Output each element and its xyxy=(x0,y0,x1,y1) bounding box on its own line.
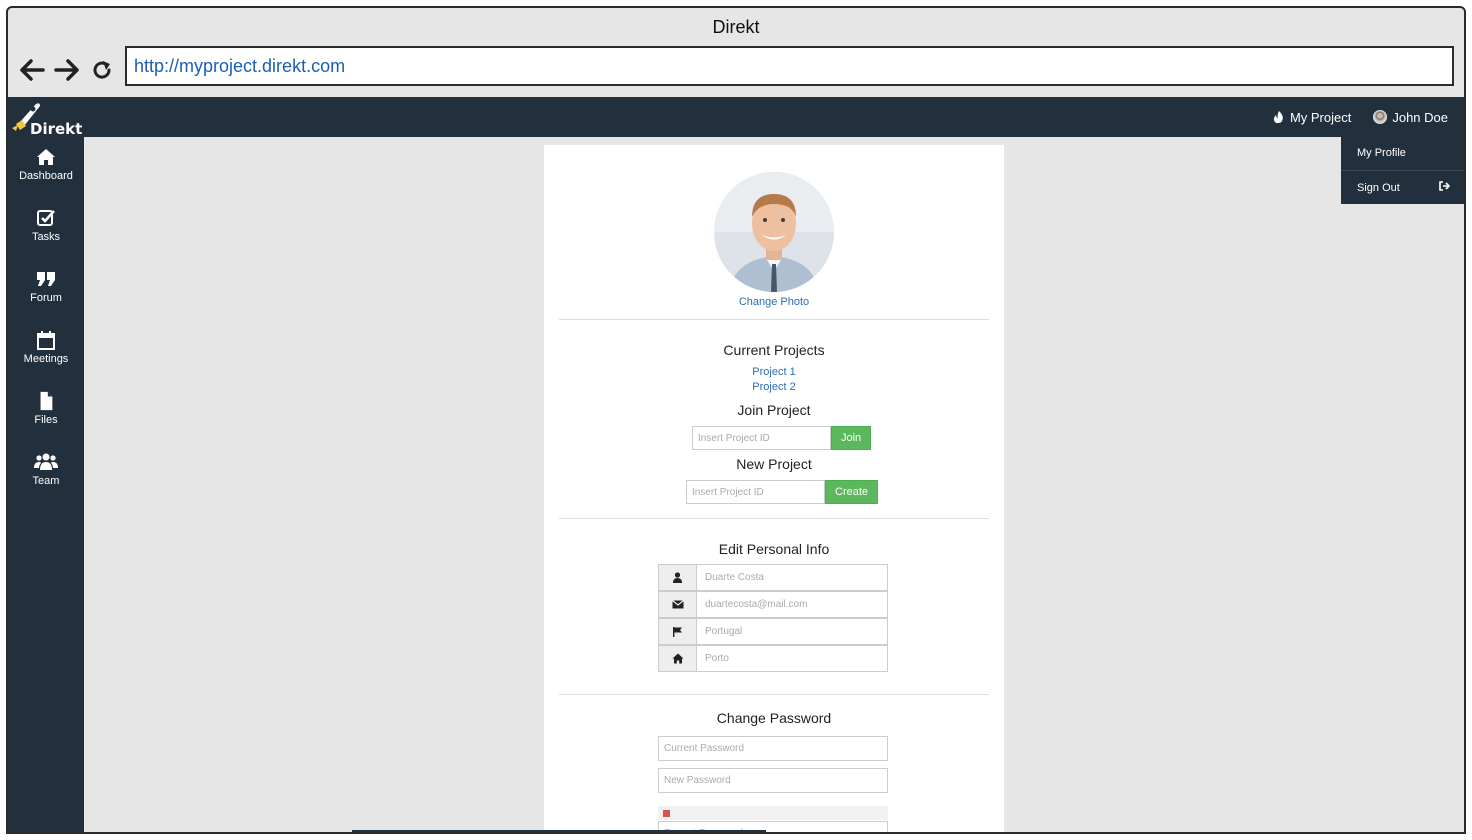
file-icon xyxy=(40,391,53,411)
top-navbar: Direkt My Project John Doe My Profile Si… xyxy=(8,97,1464,204)
sidebar-label: Meetings xyxy=(23,353,69,365)
brand-name: Direkt xyxy=(30,120,83,138)
join-project-form: Join xyxy=(692,426,872,450)
name-field[interactable] xyxy=(697,564,888,591)
new-project-id-input[interactable] xyxy=(686,480,825,504)
sidebar-item-forum[interactable]: Forum xyxy=(8,269,84,304)
new-project-heading: New Project xyxy=(736,456,812,472)
repeat-password-field[interactable] xyxy=(658,821,888,832)
user-dropdown-menu: My Profile Sign Out xyxy=(1341,136,1464,204)
create-button[interactable]: Create xyxy=(825,480,879,504)
back-arrow-icon[interactable] xyxy=(18,56,46,84)
profile-card: Change Photo Current Projects Project 1 … xyxy=(544,145,1004,832)
divider xyxy=(559,518,989,519)
sign-out-label: Sign Out xyxy=(1357,182,1400,194)
address-bar[interactable]: http://myproject.direkt.com xyxy=(125,46,1454,86)
profile-photo xyxy=(714,172,834,292)
sidebar-item-tasks[interactable]: Tasks xyxy=(8,208,84,243)
sidebar-label: Team xyxy=(32,475,60,487)
browser-title: Direkt xyxy=(712,17,760,37)
password-strength-indicator xyxy=(663,810,670,817)
user-icon xyxy=(658,564,697,591)
app-viewport: Direkt My Project John Doe My Profile Si… xyxy=(8,97,1464,832)
dropdown-item-sign-out[interactable]: Sign Out xyxy=(1341,170,1464,204)
join-project-id-input[interactable] xyxy=(692,426,831,450)
calendar-icon xyxy=(37,331,55,350)
project-link[interactable]: Project 1 xyxy=(544,366,1004,378)
home-icon xyxy=(658,645,697,672)
city-field[interactable] xyxy=(697,645,888,672)
divider xyxy=(559,319,989,320)
join-project-heading: Join Project xyxy=(737,402,811,418)
fire-icon xyxy=(1273,110,1283,123)
new-password-field[interactable] xyxy=(658,768,888,793)
users-icon xyxy=(34,453,58,470)
dropdown-item-my-profile[interactable]: My Profile xyxy=(1341,136,1464,170)
change-photo-link[interactable]: Change Photo xyxy=(544,296,1004,308)
name-field-row xyxy=(658,564,888,591)
password-strength-meter xyxy=(658,806,888,820)
project-link[interactable]: Project 2 xyxy=(544,381,1004,393)
my-profile-label: My Profile xyxy=(1357,147,1406,159)
country-field-row xyxy=(658,618,888,645)
top-nav-links: My Project John Doe xyxy=(1273,97,1448,137)
sidebar-item-files[interactable]: Files xyxy=(8,391,84,426)
new-project-form: Create xyxy=(686,480,879,504)
envelope-icon xyxy=(658,591,697,618)
sidebar-label: Dashboard xyxy=(19,170,73,182)
sign-out-icon xyxy=(1439,171,1451,205)
forward-arrow-icon[interactable] xyxy=(53,56,81,84)
sidebar-item-dashboard[interactable]: Dashboard xyxy=(8,147,84,182)
user-avatar xyxy=(1373,110,1388,124)
reload-icon[interactable] xyxy=(88,56,116,84)
horizontal-scrollbar[interactable] xyxy=(352,830,766,832)
user-name: John Doe xyxy=(1392,109,1448,125)
city-field-row xyxy=(658,645,888,672)
edit-personal-info-heading: Edit Personal Info xyxy=(718,541,830,557)
sidebar-label: Tasks xyxy=(31,231,61,243)
my-project-label: My Project xyxy=(1289,109,1352,125)
sidebar: Dashboard Tasks Forum Meetings Files Tea… xyxy=(8,137,84,832)
join-button[interactable]: Join xyxy=(831,426,872,450)
quote-icon xyxy=(37,272,55,286)
sidebar-item-team[interactable]: Team xyxy=(8,452,84,487)
browser-toolbar: http://myproject.direkt.com xyxy=(8,46,1464,96)
current-password-field[interactable] xyxy=(658,736,888,761)
check-square-icon xyxy=(37,210,55,226)
sidebar-label: Files xyxy=(34,414,58,426)
email-field[interactable] xyxy=(697,591,888,618)
change-password-heading: Change Password xyxy=(716,710,832,726)
my-project-link[interactable]: My Project xyxy=(1273,110,1351,125)
user-menu-toggle[interactable]: John Doe xyxy=(1373,110,1448,125)
flag-icon xyxy=(658,618,697,645)
direkt-logo[interactable]: Direkt xyxy=(10,100,83,138)
sidebar-item-meetings[interactable]: Meetings xyxy=(8,330,84,365)
current-projects-heading: Current Projects xyxy=(723,342,825,358)
divider xyxy=(559,694,989,695)
country-field[interactable] xyxy=(697,618,888,645)
email-field-row xyxy=(658,591,888,618)
home-icon xyxy=(37,149,55,165)
sidebar-label: Forum xyxy=(30,292,62,304)
browser-window: Direkt http://myproject.direkt.com Direk… xyxy=(6,6,1466,834)
